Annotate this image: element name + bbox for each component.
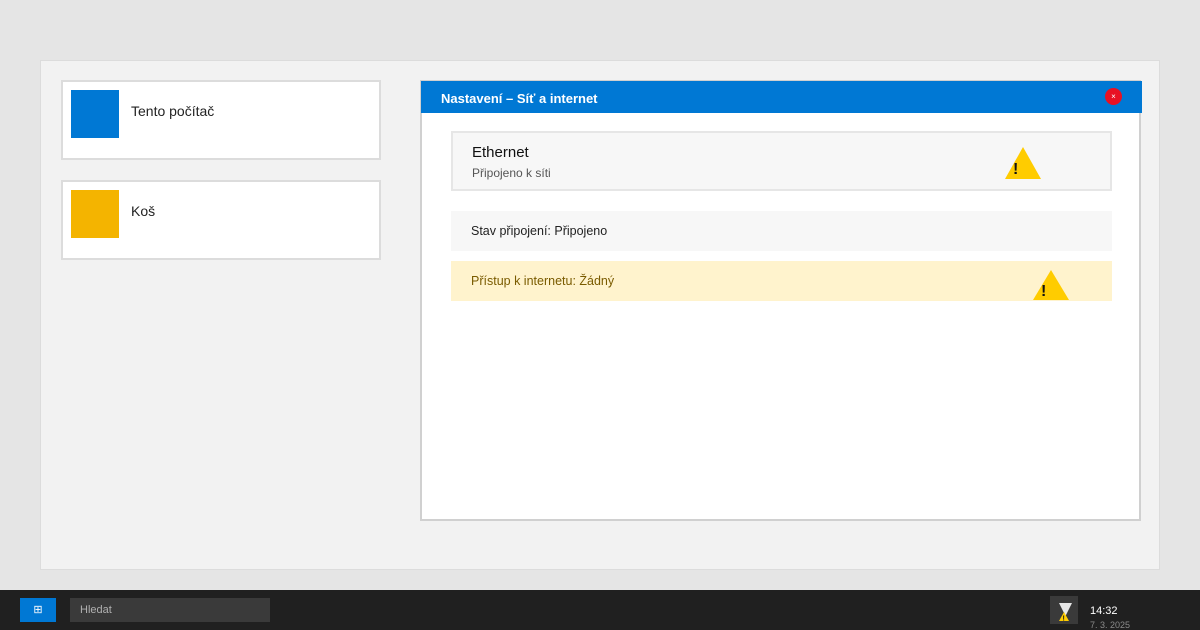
desktop-icon-recycle-bin[interactable]: Koš <box>61 180 381 260</box>
this-pc-icon <box>71 90 119 138</box>
ethernet-name: Ethernet <box>472 144 529 161</box>
ethernet-card[interactable]: Ethernet Připojeno k síti ! <box>451 131 1112 191</box>
svg-text:!: ! <box>1041 283 1046 300</box>
taskbar: ⊞ ! 14:32 7. 3. 2025 <box>0 590 1200 630</box>
ethernet-status: Připojeno k síti <box>472 166 551 180</box>
internet-access-text: Přístup k internetu: Žádný <box>471 274 615 288</box>
connection-state-row: Stav připojení: Připojeno <box>451 211 1112 251</box>
window-title: Nastavení – Síť a internet <box>441 91 598 106</box>
svg-text:!: ! <box>1063 616 1065 623</box>
desktop-icon-label: Tento počítač <box>131 103 215 119</box>
window-titlebar[interactable]: Nastavení – Síť a internet × <box>421 81 1142 113</box>
connection-state-text: Stav připojení: Připojeno <box>471 224 608 238</box>
internet-access-row: Přístup k internetu: Žádný ! <box>451 261 1112 301</box>
settings-window: Nastavení – Síť a internet × Ethernet Př… <box>420 80 1142 521</box>
network-tray-icon[interactable]: ! <box>1050 596 1078 624</box>
warning-icon: ! <box>1005 147 1041 179</box>
start-button[interactable]: ⊞ <box>20 598 56 622</box>
close-button[interactable]: × <box>1105 88 1122 105</box>
search-input[interactable] <box>70 598 270 622</box>
desktop: Tento počítač Koš Nastavení – Síť a inte… <box>40 60 1160 570</box>
clock-time: 14:32 <box>1090 605 1118 617</box>
svg-text:!: ! <box>1013 161 1018 178</box>
network-warning-icon: ! <box>1059 603 1072 623</box>
recycle-bin-icon <box>71 190 119 238</box>
warning-icon: ! <box>1033 270 1069 300</box>
clock-date: 7. 3. 2025 <box>1090 620 1131 630</box>
desktop-icon-label: Koš <box>131 203 156 219</box>
desktop-icon-this-pc[interactable]: Tento počítač <box>61 80 381 160</box>
